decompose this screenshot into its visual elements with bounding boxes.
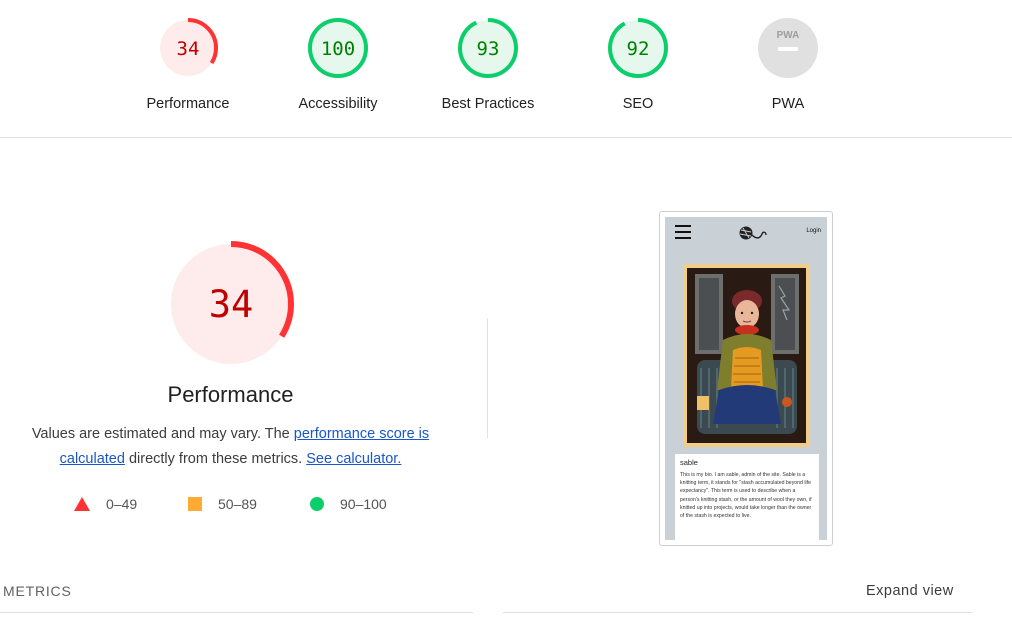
- gauge-label: Best Practices: [441, 96, 535, 112]
- gauge-performance[interactable]: 34 Performance: [113, 16, 263, 112]
- legend-range: 50–89: [218, 496, 257, 512]
- profile-artwork: [683, 264, 810, 447]
- gauge-score: 100: [321, 38, 355, 60]
- metrics-section-title: METRICS: [3, 583, 72, 599]
- best-practices-gauge-ring: 93: [458, 18, 518, 78]
- seo-gauge-ring: 92: [608, 18, 668, 78]
- legend-average: 50–89: [188, 496, 257, 512]
- gauge-score: 92: [627, 38, 650, 60]
- login-link: Login: [806, 228, 821, 234]
- profile-name: sable: [680, 458, 698, 467]
- square-icon: [188, 497, 202, 511]
- accessibility-gauge-ring: 100: [308, 18, 368, 78]
- metrics-divider-right: [503, 612, 973, 613]
- desc-text: Values are estimated and may vary. The: [31, 426, 294, 442]
- knitting-woman-illustration: [687, 268, 806, 443]
- gauge-label: SEO: [622, 96, 654, 112]
- gauge-label: PWA: [771, 96, 805, 112]
- legend-fail: 0–49: [74, 496, 137, 512]
- performance-main-gauge: 34: [168, 241, 294, 367]
- score-description: Values are estimated and may vary. The p…: [0, 422, 461, 472]
- main-category-title: Performance: [167, 382, 294, 407]
- screenshot-viewport: Login sable This is my bio. I am sable, …: [665, 217, 827, 540]
- gauge-accessibility[interactable]: 100 Accessibility: [263, 16, 413, 112]
- final-screenshot[interactable]: Login sable This is my bio. I am sable, …: [659, 211, 833, 546]
- gauge-label: Accessibility: [298, 96, 378, 112]
- hamburger-menu-icon: [675, 225, 691, 243]
- legend-range: 0–49: [106, 496, 138, 512]
- performance-gauge-ring: 34: [158, 18, 218, 78]
- circle-icon: [310, 497, 324, 511]
- vertical-divider: [487, 318, 488, 438]
- gauge-label: Performance: [146, 96, 230, 112]
- expand-view-toggle[interactable]: Expand view: [866, 583, 954, 599]
- profile-bio: This is my bio. I am sable, admin of the…: [680, 472, 812, 520]
- gauge-score: 34: [177, 38, 200, 60]
- category-gauges: 34 Performance 100 Accessibility 93 Best…: [0, 0, 1012, 138]
- metrics-divider-left: [0, 612, 473, 613]
- profile-card: sable This is my bio. I am sable, admin …: [675, 454, 819, 540]
- gauge-seo[interactable]: 92 SEO: [563, 16, 713, 112]
- gauge-score: 93: [477, 38, 500, 60]
- desc-text: directly from these metrics.: [124, 451, 307, 467]
- legend-pass: 90–100: [310, 496, 387, 512]
- pwa-badge-text: PWA: [777, 30, 800, 41]
- gauge-best-practices[interactable]: 93 Best Practices: [413, 16, 563, 112]
- gauge-pwa[interactable]: PWA PWA: [713, 16, 863, 112]
- pwa-icon: PWA: [758, 18, 818, 78]
- see-calculator-link[interactable]: See calculator.: [306, 451, 401, 467]
- triangle-icon: [74, 497, 90, 511]
- legend-range: 90–100: [340, 496, 387, 512]
- yarn-ball-logo-icon: [739, 226, 767, 240]
- main-score: 34: [209, 283, 254, 326]
